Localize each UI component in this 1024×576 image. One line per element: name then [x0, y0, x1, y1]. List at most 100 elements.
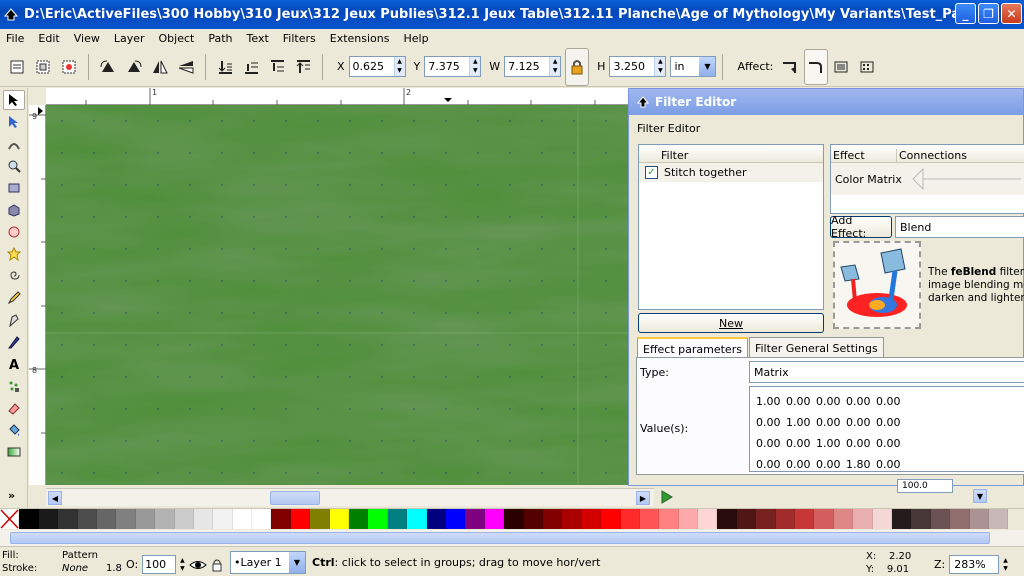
color-swatch[interactable] — [310, 509, 330, 529]
tab-effect-parameters[interactable]: Effect parameters — [637, 337, 748, 359]
color-swatch[interactable] — [969, 509, 989, 529]
color-swatch[interactable] — [872, 509, 892, 529]
type-select[interactable]: Matrix — [749, 361, 1024, 383]
matrix-cell[interactable]: 1.00 — [786, 416, 811, 429]
color-swatch[interactable] — [756, 509, 776, 529]
x-input[interactable] — [349, 57, 394, 76]
color-swatch[interactable] — [426, 509, 446, 529]
x-spinner-arrows[interactable]: ▲ ▼ — [393, 57, 405, 76]
menu-path[interactable]: Path — [208, 32, 232, 45]
menu-edit[interactable]: Edit — [38, 32, 59, 45]
stroke-width[interactable]: 1.8 — [106, 563, 122, 574]
color-swatch[interactable] — [329, 509, 350, 529]
effect-list[interactable]: Effect Connections Color Matrix — [830, 144, 1024, 214]
color-swatch[interactable] — [795, 509, 815, 529]
h-field[interactable]: ▲▼ — [609, 56, 667, 77]
flip-horizontal-icon[interactable] — [149, 56, 171, 78]
color-swatch[interactable] — [193, 509, 214, 529]
invert-selection-icon[interactable] — [58, 56, 80, 78]
dialog-bottom-field[interactable]: 100.0 — [897, 479, 953, 493]
lock-ratio-button[interactable] — [565, 47, 590, 86]
effect-column-header[interactable]: Effect — [831, 149, 897, 162]
menu-text[interactable]: Text — [247, 32, 269, 45]
effect-type-select[interactable]: Blend — [895, 216, 1024, 238]
color-swatch[interactable] — [174, 509, 194, 529]
minimize-button[interactable]: _ — [955, 3, 976, 24]
color-swatch[interactable] — [988, 509, 1009, 529]
chevron-down-icon[interactable]: ▼ — [289, 552, 305, 573]
dialog-scroll-down-icon[interactable]: ▼ — [973, 489, 987, 503]
eye-icon[interactable] — [189, 558, 207, 572]
bottom-value[interactable]: 100.0 — [897, 479, 953, 493]
color-swatch[interactable] — [698, 509, 718, 529]
canvas-corner-button[interactable] — [656, 488, 678, 506]
scroll-right-icon[interactable]: ▶ — [636, 491, 650, 505]
matrix-cell[interactable]: 0.00 — [816, 395, 841, 408]
menu-view[interactable]: View — [74, 32, 100, 45]
menu-help[interactable]: Help — [403, 32, 428, 45]
palette-scroll-thumb[interactable] — [10, 532, 990, 544]
filter-row[interactable]: ✓ Stitch together — [639, 163, 823, 182]
fill-value[interactable]: Pattern — [62, 549, 98, 562]
scale-stroke-toggle[interactable] — [778, 53, 802, 81]
scroll-thumb[interactable] — [270, 491, 320, 505]
matrix-cell[interactable]: 0.00 — [756, 458, 781, 471]
matrix-cell[interactable]: 0.00 — [846, 437, 871, 450]
matrix-cell[interactable]: 0.00 — [786, 437, 811, 450]
zoom-spinner-arrows[interactable]: ▲ ▼ — [1003, 557, 1008, 573]
flip-vertical-icon[interactable] — [175, 56, 197, 78]
text-tool-icon[interactable]: A — [3, 354, 25, 374]
rectangle-tool-icon[interactable] — [3, 178, 25, 198]
color-swatch[interactable] — [387, 509, 408, 529]
matrix-cell[interactable]: 0.00 — [876, 458, 901, 471]
h-input[interactable] — [610, 57, 655, 76]
matrix-cell[interactable]: 0.00 — [786, 395, 811, 408]
drawing-canvas[interactable] — [46, 105, 636, 485]
no-paint-swatch[interactable] — [0, 509, 20, 529]
color-swatch[interactable] — [504, 509, 524, 529]
opacity-spinner-arrows[interactable]: ▲ ▼ — [180, 557, 185, 573]
matrix-cell[interactable]: 0.00 — [756, 437, 781, 450]
color-swatch[interactable] — [290, 509, 311, 529]
spiral-tool-icon[interactable] — [3, 266, 25, 286]
color-swatch[interactable] — [407, 509, 427, 529]
matrix-cell[interactable]: 0.00 — [816, 416, 841, 429]
color-swatch[interactable] — [891, 509, 912, 529]
color-swatch[interactable] — [349, 509, 369, 529]
menu-object[interactable]: Object — [159, 32, 195, 45]
dialog-title-bar[interactable]: Filter Editor — [629, 89, 1023, 115]
palette-scrollbar[interactable] — [0, 530, 1024, 546]
color-swatch[interactable] — [155, 509, 175, 529]
color-swatch[interactable] — [38, 509, 59, 529]
rotate-ccw-icon[interactable] — [97, 56, 119, 78]
w-field[interactable]: ▲▼ — [504, 56, 562, 77]
chevron-down-icon[interactable]: ▼ — [699, 57, 716, 76]
color-swatch[interactable] — [833, 509, 854, 529]
y-spinner-arrows[interactable]: ▲ ▼ — [469, 57, 481, 76]
menu-extensions[interactable]: Extensions — [330, 32, 390, 45]
color-swatch[interactable] — [77, 509, 97, 529]
color-swatch[interactable] — [116, 509, 136, 529]
select-all-layers-icon[interactable] — [32, 56, 54, 78]
color-swatch[interactable] — [271, 509, 291, 529]
lock-icon[interactable] — [211, 558, 223, 572]
color-swatch[interactable] — [659, 509, 679, 529]
matrix-cell[interactable]: 0.00 — [816, 458, 841, 471]
maximize-button[interactable]: ❐ — [978, 3, 999, 24]
color-swatch[interactable] — [213, 509, 233, 529]
stroke-value[interactable]: None — [62, 563, 88, 574]
color-swatch[interactable] — [620, 509, 640, 529]
star-tool-icon[interactable] — [3, 244, 25, 264]
w-spinner-arrows[interactable]: ▲ ▼ — [549, 57, 561, 76]
matrix-cell[interactable]: 0.00 — [756, 416, 781, 429]
layer-select[interactable]: •Layer 1 ▼ — [230, 551, 306, 574]
menu-file[interactable]: File — [6, 32, 24, 45]
raise-to-top-icon[interactable] — [292, 56, 314, 78]
pencil-tool-icon[interactable] — [3, 288, 25, 308]
color-swatch[interactable] — [736, 509, 757, 529]
close-button[interactable]: ✕ — [1001, 3, 1022, 24]
add-effect-button[interactable]: Add Effect: — [830, 214, 892, 240]
connections-column-header[interactable]: Connections — [897, 149, 967, 162]
h-spinner-arrows[interactable]: ▲ ▼ — [654, 57, 666, 76]
matrix-cell[interactable]: 1.80 — [846, 458, 871, 471]
